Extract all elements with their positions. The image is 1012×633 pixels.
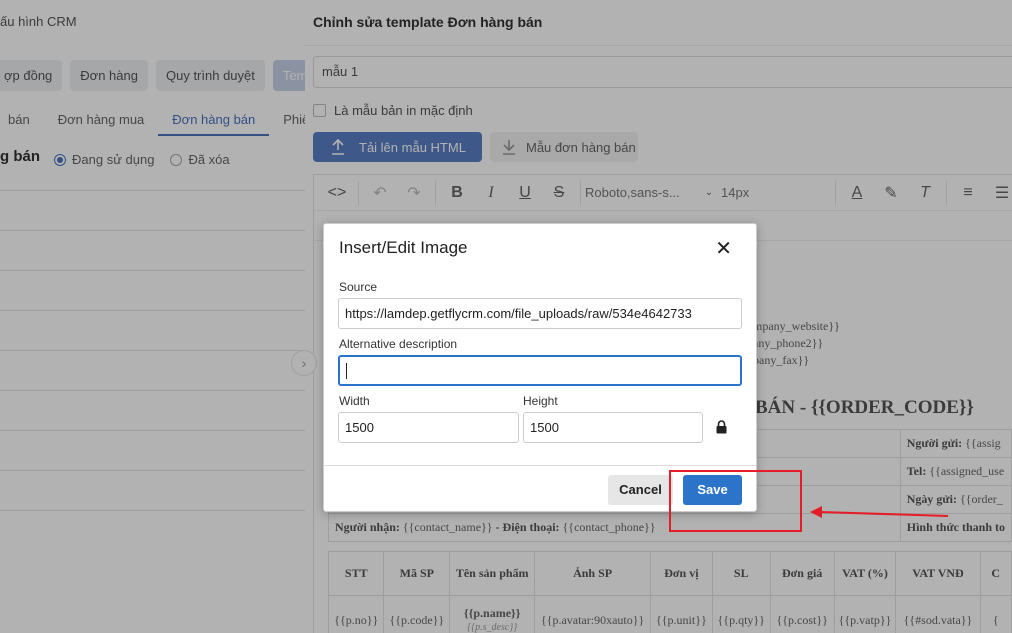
- alt-description-label: Alternative description: [339, 337, 458, 351]
- cancel-button[interactable]: Cancel: [608, 475, 673, 505]
- width-input[interactable]: 1500: [338, 412, 519, 443]
- annotation-highlight-box: [669, 470, 802, 532]
- dialog-footer-divider: [324, 465, 756, 466]
- close-icon[interactable]: ✕: [715, 236, 732, 261]
- alt-description-input[interactable]: [338, 355, 742, 386]
- dialog-title: Insert/Edit Image: [339, 238, 468, 257]
- width-label: Width: [339, 394, 370, 408]
- source-input[interactable]: https://lamdep.getflycrm.com/file_upload…: [338, 298, 742, 329]
- lock-icon[interactable]: [716, 420, 727, 434]
- insert-image-dialog: Insert/Edit Image ✕ Source https://lamde…: [323, 223, 757, 512]
- height-label: Height: [523, 394, 558, 408]
- height-input[interactable]: 1500: [523, 412, 703, 443]
- text-caret: [346, 363, 347, 379]
- source-label: Source: [339, 280, 378, 294]
- annotation-arrow-icon: [810, 506, 949, 518]
